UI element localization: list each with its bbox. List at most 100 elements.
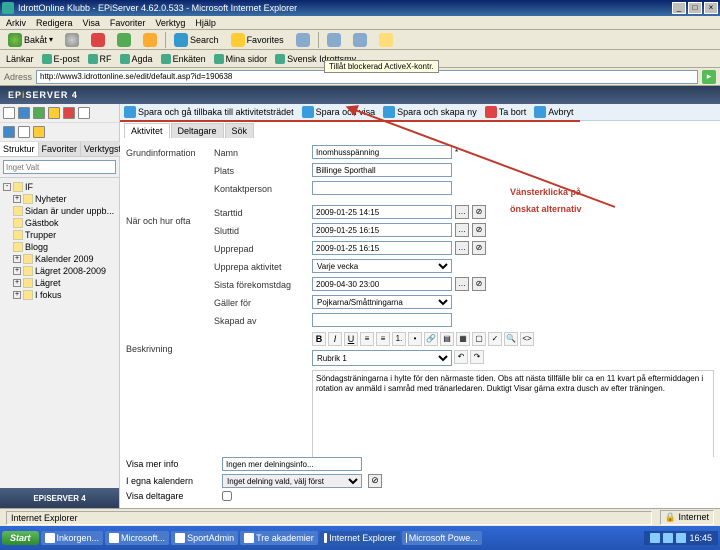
go-button[interactable]: ▸: [702, 70, 716, 84]
minimize-button[interactable]: _: [672, 2, 686, 14]
maximize-button[interactable]: □: [688, 2, 702, 14]
tab-participants[interactable]: Deltagare: [171, 123, 224, 138]
cancel-button[interactable]: Avbryt: [534, 106, 573, 118]
clear-icon[interactable]: ⊘: [472, 241, 486, 255]
tree-item[interactable]: Gästbok: [3, 217, 116, 229]
tab-search[interactable]: Sök: [225, 123, 255, 138]
italic-button[interactable]: I: [328, 332, 342, 346]
menu-help[interactable]: Hjälp: [195, 18, 216, 28]
link-rf[interactable]: RF: [88, 54, 112, 64]
search-button[interactable]: Search: [170, 32, 223, 48]
tree-item[interactable]: +Nyheter: [3, 193, 116, 205]
tree-item[interactable]: Sidan är under uppb...: [3, 205, 116, 217]
tree-item[interactable]: +Kalender 2009: [3, 253, 116, 265]
delete-button[interactable]: Ta bort: [485, 106, 527, 118]
print-button[interactable]: [349, 32, 371, 48]
tree-search-input[interactable]: [3, 160, 116, 174]
link-minasidor[interactable]: Mina sidor: [214, 54, 268, 64]
tree-item[interactable]: +Lägret 2008-2009: [3, 265, 116, 277]
contacts-checkbox[interactable]: [222, 491, 232, 501]
clear-icon[interactable]: ⊘: [472, 277, 486, 291]
style-select[interactable]: Rubrik 1: [312, 350, 452, 366]
ol-button[interactable]: 1.: [392, 332, 406, 346]
menu-edit[interactable]: Redigera: [36, 18, 73, 28]
toggle-icon[interactable]: -: [3, 183, 11, 191]
start-button[interactable]: Start: [2, 531, 39, 545]
taskbar-button-active[interactable]: Internet Explorer: [320, 531, 400, 545]
source-button[interactable]: <>: [520, 332, 534, 346]
contact-input[interactable]: [312, 181, 452, 195]
image-button[interactable]: ▤: [440, 332, 454, 346]
forward-button[interactable]: [61, 32, 83, 48]
tool-open-icon[interactable]: [18, 107, 30, 119]
close-button[interactable]: ×: [704, 2, 718, 14]
name-input[interactable]: [312, 145, 452, 159]
creator-input[interactable]: [312, 313, 452, 327]
clear-icon[interactable]: ⊘: [472, 223, 486, 237]
tab-activity[interactable]: Aktivitet: [124, 123, 170, 138]
undo-button[interactable]: ↶: [454, 350, 468, 364]
taskbar-button[interactable]: SportAdmin: [171, 531, 238, 545]
redo-button[interactable]: ↷: [470, 350, 484, 364]
mail-button[interactable]: [323, 32, 345, 48]
favorites-button[interactable]: Favorites: [227, 32, 288, 48]
ul-button[interactable]: •: [408, 332, 422, 346]
tool-icon-a[interactable]: [3, 126, 15, 138]
link-button[interactable]: 🔗: [424, 332, 438, 346]
tool-refresh-icon[interactable]: [78, 107, 90, 119]
taskbar-button[interactable]: Microsoft...: [105, 531, 169, 545]
place-input[interactable]: [312, 163, 452, 177]
date-picker-icon[interactable]: …: [455, 241, 469, 255]
start-input[interactable]: [312, 205, 452, 219]
date-picker-icon[interactable]: …: [455, 223, 469, 237]
date-picker-icon[interactable]: …: [455, 277, 469, 291]
find-button[interactable]: 🔍: [504, 332, 518, 346]
clear-icon[interactable]: ⊘: [472, 205, 486, 219]
align-center-button[interactable]: ≡: [376, 332, 390, 346]
home-button[interactable]: [139, 32, 161, 48]
bold-button[interactable]: B: [312, 332, 326, 346]
tree-item[interactable]: Trupper: [3, 229, 116, 241]
stop-button[interactable]: [87, 32, 109, 48]
tab-favorites[interactable]: Favoriter: [39, 142, 82, 156]
tool-save-icon[interactable]: [33, 107, 45, 119]
approval-select[interactable]: Inget delning vald, välj först: [222, 474, 362, 488]
tree-item[interactable]: +Lägret: [3, 277, 116, 289]
align-left-button[interactable]: ≡: [360, 332, 374, 346]
tool-copy-icon[interactable]: [48, 107, 60, 119]
menu-file[interactable]: Arkiv: [6, 18, 26, 28]
recurrence-input[interactable]: [312, 241, 452, 255]
taskbar-button[interactable]: Microsoft Powe...: [402, 531, 482, 545]
repeat-end-input[interactable]: [312, 277, 452, 291]
menu-view[interactable]: Visa: [83, 18, 100, 28]
spellcheck-button[interactable]: ✓: [488, 332, 502, 346]
clear-icon[interactable]: ⊘: [368, 474, 382, 488]
link-epost[interactable]: E-post: [42, 54, 80, 64]
link-agda[interactable]: Agda: [120, 54, 153, 64]
refresh-button[interactable]: [113, 32, 135, 48]
link-enkaten[interactable]: Enkäten: [161, 54, 206, 64]
edit-button[interactable]: [375, 32, 397, 48]
editor-textarea[interactable]: Söndagsträningarna i hylte för den närma…: [312, 370, 714, 457]
taskbar-button[interactable]: Inkorgen...: [41, 531, 104, 545]
date-picker-icon[interactable]: …: [455, 205, 469, 219]
tree-root[interactable]: -IF: [3, 181, 116, 193]
moreinfo-input[interactable]: [222, 457, 362, 471]
tool-icon-b[interactable]: [18, 126, 30, 138]
taskbar-button[interactable]: Tre akademier: [240, 531, 318, 545]
table-button[interactable]: ▦: [456, 332, 470, 346]
tool-delete-icon[interactable]: [63, 107, 75, 119]
tree-item[interactable]: +I fokus: [3, 289, 116, 301]
tab-structure[interactable]: Struktur: [0, 142, 39, 156]
tool-new-icon[interactable]: [3, 107, 15, 119]
back-button[interactable]: Bakåt ▾: [4, 32, 57, 48]
addon-popup[interactable]: Tillåt blockerad ActiveX-kontr.: [324, 60, 439, 73]
tray-icon[interactable]: [650, 533, 660, 543]
underline-button[interactable]: U: [344, 332, 358, 346]
save-as-button[interactable]: Spara och skapa ny: [383, 106, 477, 118]
menu-tools[interactable]: Verktyg: [155, 18, 185, 28]
history-button[interactable]: [292, 32, 314, 48]
save-view-button[interactable]: Spara och visa: [302, 106, 376, 118]
save-return-button[interactable]: Spara och gå tillbaka till aktivitetsträ…: [124, 106, 294, 118]
form-button[interactable]: ▢: [472, 332, 486, 346]
